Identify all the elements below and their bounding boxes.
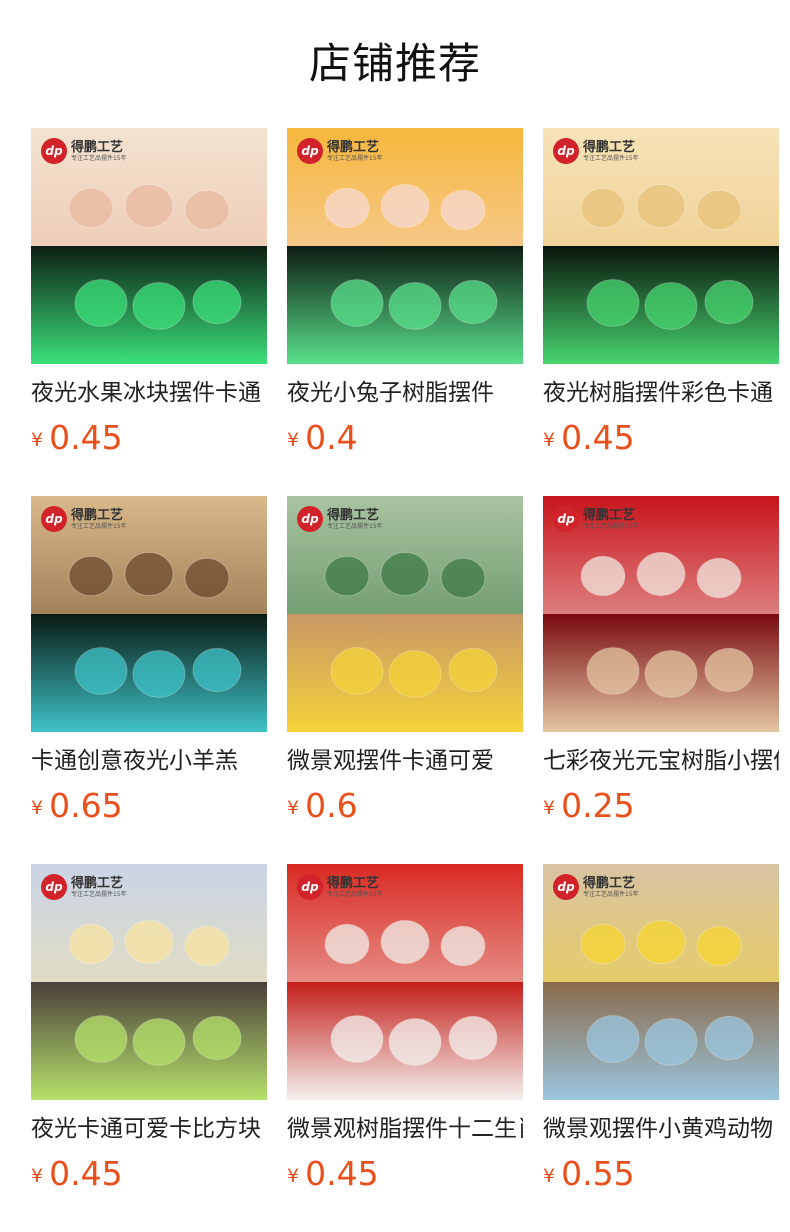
product-name[interactable]: 夜光卡通可爱卡比方块 <box>31 1112 267 1146</box>
price-value: 0.45 <box>305 1154 379 1193</box>
product-name[interactable]: 七彩夜光元宝树脂小摆件 <box>543 744 779 778</box>
product-image[interactable]: dp 得鹏工艺 专注工艺品摆件15年 <box>31 496 267 732</box>
price-value: 0.45 <box>561 418 635 457</box>
brand-tagline: 专注工艺品摆件15年 <box>327 522 383 530</box>
brand-name: 得鹏工艺 <box>327 139 380 155</box>
product-price: ¥0.45 <box>543 416 635 460</box>
product-image[interactable]: dp 得鹏工艺 专注工艺品摆件15年 <box>543 864 779 1100</box>
brand-name: 得鹏工艺 <box>583 139 636 155</box>
currency-symbol: ¥ <box>287 1165 300 1187</box>
brand-name: 得鹏工艺 <box>71 139 124 155</box>
page-title: 店铺推荐 <box>308 39 481 88</box>
brand-name: 得鹏工艺 <box>327 875 380 891</box>
price-value: 0.65 <box>49 786 123 825</box>
price-value: 0.55 <box>561 1154 635 1193</box>
product-card[interactable]: dp 得鹏工艺 专注工艺品摆件15年夜光小兔子树脂摆件 ¥0.4 <box>287 128 523 458</box>
currency-symbol: ¥ <box>31 429 44 451</box>
product-name[interactable]: 卡通创意夜光小羊羔 <box>31 744 267 778</box>
product-card[interactable]: dp 得鹏工艺 专注工艺品摆件15年微景观树脂摆件十二生肖 ¥0.45 <box>287 864 523 1194</box>
product-card[interactable]: dp 得鹏工艺 专注工艺品摆件15年卡通创意夜光小羊羔 ¥0.65 <box>31 496 267 826</box>
brand-logo: dp 得鹏工艺 专注工艺品摆件15年 <box>41 872 127 902</box>
product-price: ¥0.4 <box>287 416 358 460</box>
price-value: 0.6 <box>305 786 358 825</box>
product-price: ¥0.55 <box>543 1152 635 1196</box>
product-name[interactable]: 微景观摆件小黄鸡动物 <box>543 1112 779 1146</box>
brand-logo-icon: dp <box>553 138 579 164</box>
brand-tagline: 专注工艺品摆件15年 <box>583 522 639 530</box>
currency-symbol: ¥ <box>287 797 300 819</box>
product-card[interactable]: dp 得鹏工艺 专注工艺品摆件15年微景观摆件小黄鸡动物 ¥0.55 <box>543 864 779 1194</box>
currency-symbol: ¥ <box>31 797 44 819</box>
currency-symbol: ¥ <box>543 797 556 819</box>
brand-name: 得鹏工艺 <box>71 875 124 891</box>
product-name[interactable]: 夜光水果冰块摆件卡通 <box>31 376 267 410</box>
product-card[interactable]: dp 得鹏工艺 专注工艺品摆件15年夜光树脂摆件彩色卡通 ¥0.45 <box>543 128 779 458</box>
brand-logo-icon: dp <box>41 874 67 900</box>
product-image[interactable]: dp 得鹏工艺 专注工艺品摆件15年 <box>31 128 267 364</box>
brand-logo-icon: dp <box>297 138 323 164</box>
brand-logo-icon: dp <box>41 506 67 532</box>
product-image[interactable]: dp 得鹏工艺 专注工艺品摆件15年 <box>543 128 779 364</box>
brand-tagline: 专注工艺品摆件15年 <box>71 154 127 162</box>
currency-symbol: ¥ <box>543 1165 556 1187</box>
brand-logo-icon: dp <box>553 506 579 532</box>
price-value: 0.25 <box>561 786 635 825</box>
brand-name: 得鹏工艺 <box>71 507 124 523</box>
brand-logo: dp 得鹏工艺 专注工艺品摆件15年 <box>553 504 639 534</box>
product-card[interactable]: dp 得鹏工艺 专注工艺品摆件15年微景观摆件卡通可爱 ¥0.6 <box>287 496 523 826</box>
brand-logo: dp 得鹏工艺 专注工艺品摆件15年 <box>41 504 127 534</box>
brand-logo: dp 得鹏工艺 专注工艺品摆件15年 <box>297 504 383 534</box>
product-image[interactable]: dp 得鹏工艺 专注工艺品摆件15年 <box>287 864 523 1100</box>
product-name[interactable]: 微景观摆件卡通可爱 <box>287 744 523 778</box>
price-value: 0.45 <box>49 418 123 457</box>
product-price: ¥0.65 <box>31 784 123 828</box>
product-price: ¥0.45 <box>31 1152 123 1196</box>
brand-tagline: 专注工艺品摆件15年 <box>327 154 383 162</box>
brand-logo: dp 得鹏工艺 专注工艺品摆件15年 <box>553 872 639 902</box>
product-price: ¥0.6 <box>287 784 358 828</box>
product-card[interactable]: dp 得鹏工艺 专注工艺品摆件15年夜光水果冰块摆件卡通 ¥0.45 <box>31 128 267 458</box>
brand-logo: dp 得鹏工艺 专注工艺品摆件15年 <box>553 136 639 166</box>
product-price: ¥0.25 <box>543 784 635 828</box>
brand-tagline: 专注工艺品摆件15年 <box>327 890 383 898</box>
currency-symbol: ¥ <box>31 1165 44 1187</box>
brand-tagline: 专注工艺品摆件15年 <box>583 154 639 162</box>
currency-symbol: ¥ <box>287 429 300 451</box>
product-name[interactable]: 夜光小兔子树脂摆件 <box>287 376 523 410</box>
currency-symbol: ¥ <box>543 429 556 451</box>
price-value: 0.4 <box>305 418 358 457</box>
brand-logo-icon: dp <box>553 874 579 900</box>
brand-logo: dp 得鹏工艺 专注工艺品摆件15年 <box>297 872 383 902</box>
brand-logo-icon: dp <box>41 138 67 164</box>
product-card[interactable]: dp 得鹏工艺 专注工艺品摆件15年七彩夜光元宝树脂小摆件 ¥0.25 <box>543 496 779 826</box>
brand-name: 得鹏工艺 <box>583 875 636 891</box>
brand-tagline: 专注工艺品摆件15年 <box>71 890 127 898</box>
product-image[interactable]: dp 得鹏工艺 专注工艺品摆件15年 <box>31 864 267 1100</box>
product-price: ¥0.45 <box>31 416 123 460</box>
brand-tagline: 专注工艺品摆件15年 <box>583 890 639 898</box>
brand-tagline: 专注工艺品摆件15年 <box>71 522 127 530</box>
brand-logo: dp 得鹏工艺 专注工艺品摆件15年 <box>41 136 127 166</box>
product-image[interactable]: dp 得鹏工艺 专注工艺品摆件15年 <box>287 496 523 732</box>
product-name[interactable]: 夜光树脂摆件彩色卡通 <box>543 376 779 410</box>
product-name[interactable]: 微景观树脂摆件十二生肖 <box>287 1112 523 1146</box>
brand-logo-icon: dp <box>297 506 323 532</box>
brand-name: 得鹏工艺 <box>583 507 636 523</box>
price-value: 0.45 <box>49 1154 123 1193</box>
brand-name: 得鹏工艺 <box>327 507 380 523</box>
product-card[interactable]: dp 得鹏工艺 专注工艺品摆件15年夜光卡通可爱卡比方块 ¥0.45 <box>31 864 267 1194</box>
product-price: ¥0.45 <box>287 1152 379 1196</box>
product-image[interactable]: dp 得鹏工艺 专注工艺品摆件15年 <box>287 128 523 364</box>
brand-logo-icon: dp <box>297 874 323 900</box>
brand-logo: dp 得鹏工艺 专注工艺品摆件15年 <box>297 136 383 166</box>
product-image[interactable]: dp 得鹏工艺 专注工艺品摆件15年 <box>543 496 779 732</box>
